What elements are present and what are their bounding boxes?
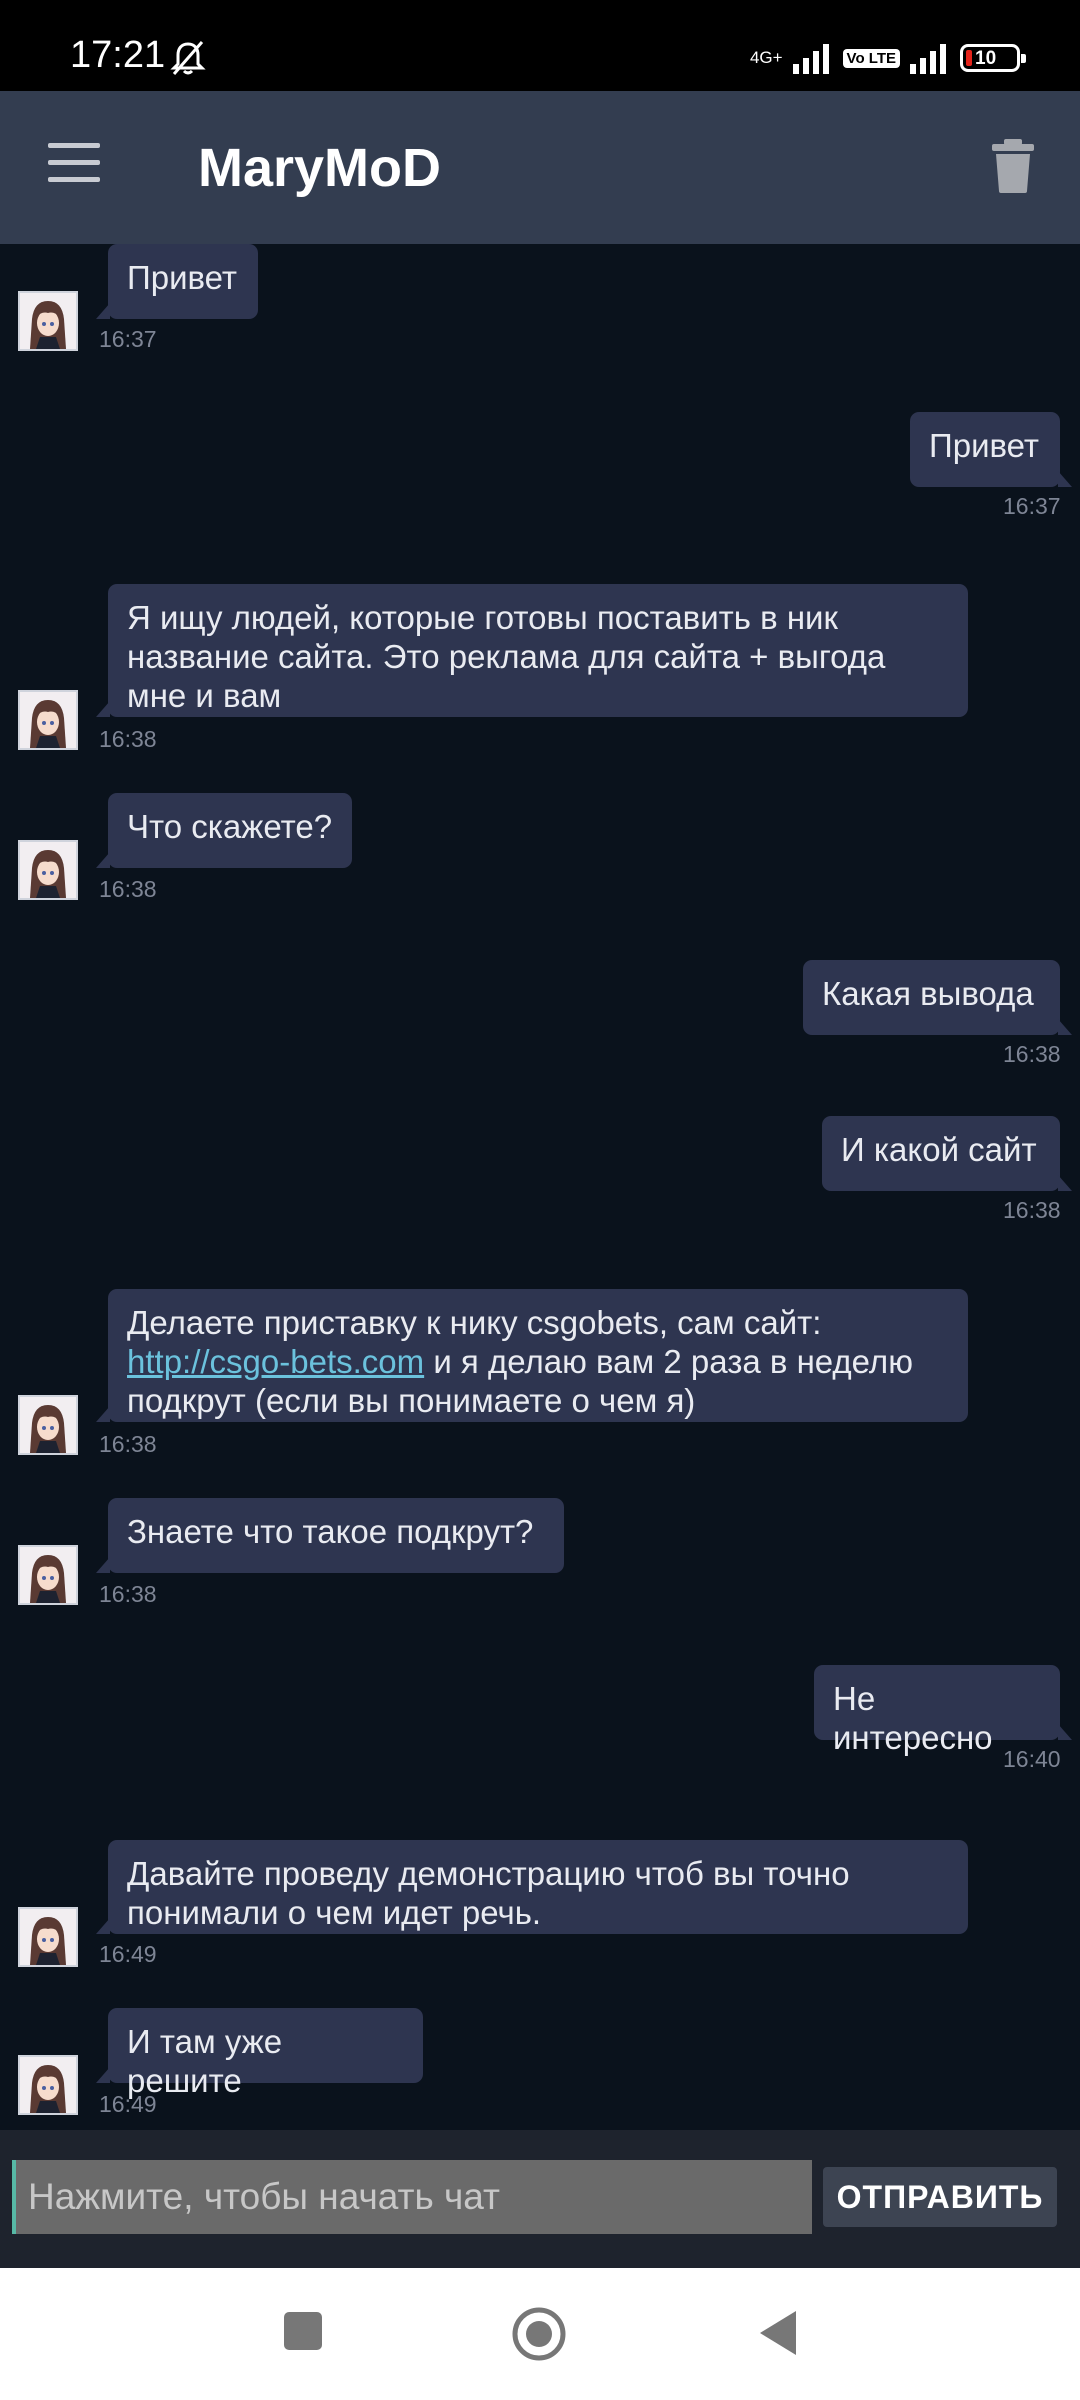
- message-time: 16:49: [99, 2091, 157, 2117]
- muted-bell-icon: [170, 41, 206, 75]
- message-text: Делаете приставку к нику csgobets, сам с…: [127, 1304, 822, 1341]
- avatar: [18, 1395, 78, 1455]
- status-bar: 17:21 4G+ Vo LTE 10: [0, 0, 1080, 91]
- hamburger-menu-icon[interactable]: [48, 143, 104, 187]
- avatar: [18, 690, 78, 750]
- send-button[interactable]: ОТПРАВИТЬ: [823, 2167, 1057, 2227]
- battery-icon: 10: [960, 44, 1026, 72]
- home-icon[interactable]: [511, 2306, 567, 2362]
- message-text: Давайте проведу демонстрацию чтоб вы точ…: [127, 1855, 850, 1931]
- app-bar: MaryMoD: [0, 91, 1080, 244]
- message-bubble: Я ищу людей, которые готовы поставить в …: [96, 584, 968, 717]
- avatar-image: [20, 692, 76, 748]
- message-bubble: Давайте проведу демонстрацию чтоб вы точ…: [96, 1840, 968, 1934]
- message-link[interactable]: http://csgo-bets.com: [127, 1343, 424, 1380]
- message-time: 16:38: [99, 876, 157, 902]
- avatar: [18, 291, 78, 351]
- avatar-image: [20, 293, 76, 349]
- message-bubble: Привет: [96, 244, 258, 319]
- message-text: Знаете что такое подкрут?: [127, 1513, 534, 1550]
- message-time: 16:38: [99, 1431, 157, 1457]
- avatar: [18, 840, 78, 900]
- avatar-image: [20, 1397, 76, 1453]
- signal-icon: [910, 44, 946, 74]
- message-time: 16:37: [1003, 493, 1061, 519]
- message-bubble: Не интересно: [814, 1665, 1072, 1756]
- message-text: И какой сайт: [841, 1131, 1037, 1168]
- avatar-image: [20, 842, 76, 898]
- message-time: 16:38: [99, 726, 157, 752]
- volte-badge: Vo LTE: [842, 48, 900, 68]
- avatar-image: [20, 1909, 76, 1965]
- avatar: [18, 2055, 78, 2115]
- avatar: [18, 1545, 78, 1605]
- message-time: 16:49: [99, 1941, 157, 1967]
- message-bubble: Что скажете?: [96, 793, 352, 868]
- avatar-image: [20, 2057, 76, 2113]
- trash-icon[interactable]: [990, 139, 1036, 193]
- message-bubble: Делаете приставку к нику csgobets, сам с…: [96, 1289, 968, 1422]
- message-text: Я ищу людей, которые готовы поставить в …: [127, 599, 886, 714]
- avatar: [18, 1907, 78, 1967]
- message-time: 16:38: [99, 1581, 157, 1607]
- battery-level: 10: [975, 48, 997, 69]
- chat-title: MaryMoD: [198, 138, 442, 198]
- recent-apps-icon[interactable]: [282, 2310, 324, 2352]
- status-time: 17:21: [70, 34, 166, 76]
- message-text: Что скажете?: [127, 808, 333, 845]
- message-bubble: Привет: [910, 412, 1072, 487]
- message-text: Привет: [127, 259, 238, 296]
- chat-input[interactable]: [12, 2160, 812, 2234]
- message-time: 16:38: [1003, 1041, 1061, 1067]
- message-text: Привет: [929, 427, 1040, 464]
- message-text: И там уже решите: [127, 2023, 283, 2099]
- message-text: Не интересно: [833, 1680, 993, 1756]
- message-time: 16:38: [1003, 1197, 1061, 1223]
- message-time: 16:40: [1003, 1746, 1061, 1772]
- signal-icon: [792, 44, 829, 74]
- chat-messages[interactable]: Привет 16:37 Привет 16:37 Я ищу людей, к…: [0, 244, 1080, 2130]
- message-bubble: И там уже решите: [96, 2008, 423, 2099]
- message-bubble: Знаете что такое подкрут?: [96, 1498, 564, 1573]
- avatar-image: [20, 1547, 76, 1603]
- system-navigation-bar: [0, 2268, 1080, 2400]
- network-type: 4G+: [749, 48, 783, 67]
- message-time: 16:37: [99, 326, 157, 352]
- message-bubble: Какая вывода: [803, 960, 1072, 1035]
- message-bubble: И какой сайт: [822, 1116, 1072, 1191]
- back-icon[interactable]: [756, 2308, 800, 2358]
- status-indicators: 4G+ Vo LTE 10: [749, 38, 1026, 78]
- message-text: Какая вывода: [822, 975, 1034, 1012]
- composer-bar: ОТПРАВИТЬ: [0, 2130, 1080, 2268]
